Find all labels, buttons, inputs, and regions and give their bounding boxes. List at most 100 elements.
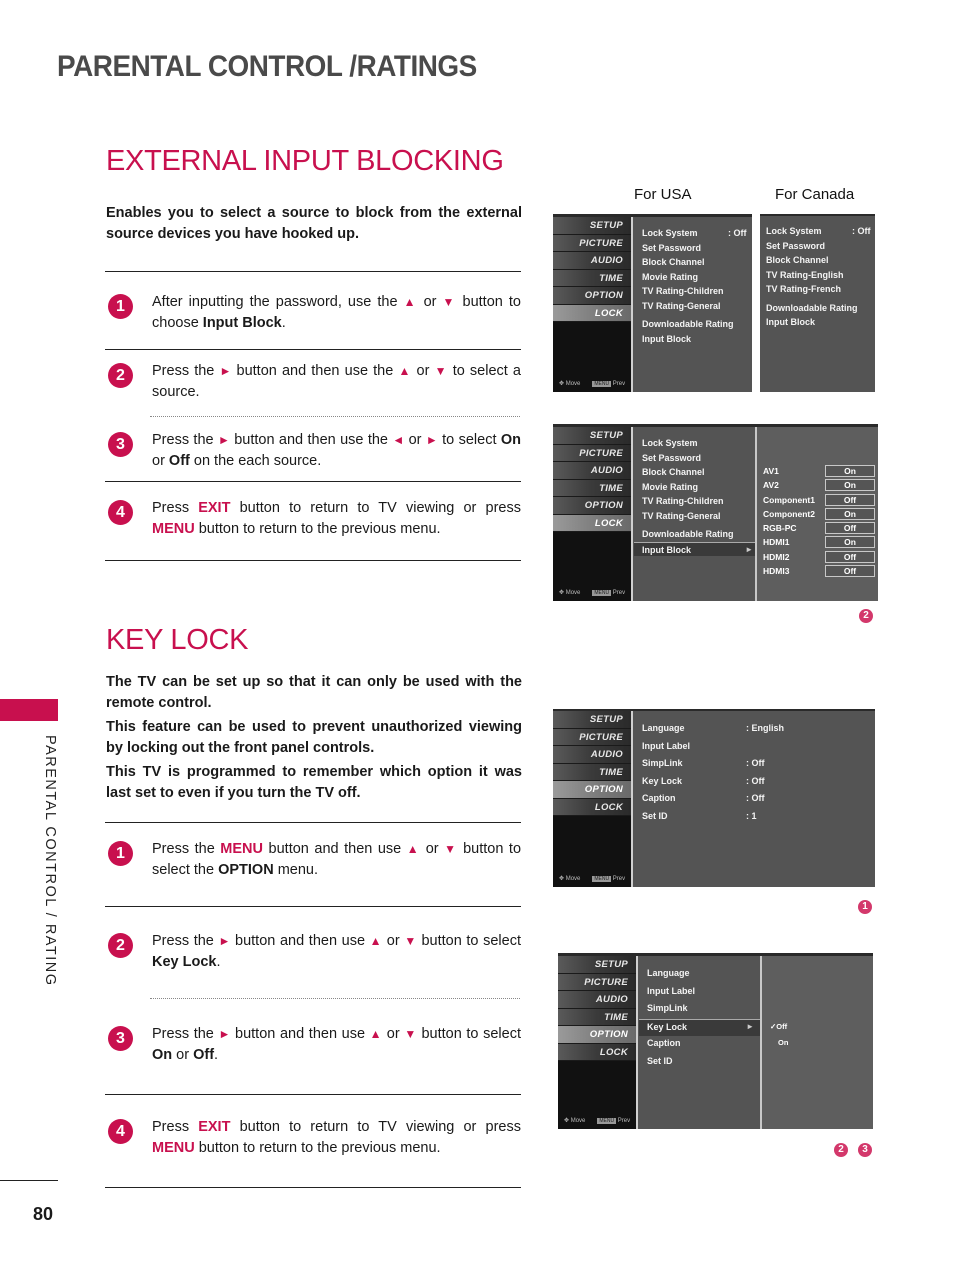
nav-audio[interactable]: AUDIO bbox=[558, 991, 636, 1009]
nav-option[interactable]: OPTION bbox=[558, 1026, 636, 1044]
nav-picture[interactable]: PICTURE bbox=[558, 973, 636, 991]
menu-item-tv-rating-children[interactable]: TV Rating-Children bbox=[642, 284, 734, 299]
nav-lock[interactable]: LOCK bbox=[553, 798, 631, 816]
menu-item-tv-rating-general[interactable]: TV Rating-General bbox=[642, 509, 759, 524]
menu-item-tv-rating-english[interactable]: TV Rating-English bbox=[766, 268, 858, 283]
nav-lock[interactable]: LOCK bbox=[558, 1043, 636, 1061]
source-state-toggle[interactable]: On bbox=[825, 479, 875, 492]
menu-item-lock-system[interactable]: Lock System: Off bbox=[642, 226, 747, 241]
source-state-toggle[interactable]: On bbox=[825, 507, 875, 520]
right-arrow-icon: ► bbox=[218, 1027, 231, 1041]
nav-option[interactable]: OPTION bbox=[553, 781, 631, 799]
step-number: 3 bbox=[108, 432, 133, 457]
menu-item-movie-rating[interactable]: Movie Rating bbox=[642, 270, 734, 285]
menu-item-simplink[interactable]: SimpLink bbox=[647, 1001, 760, 1019]
menu-key-icon: MENU bbox=[592, 876, 612, 882]
nav-time[interactable]: TIME bbox=[553, 763, 631, 781]
source-state-toggle[interactable]: Off bbox=[825, 493, 875, 506]
source-row[interactable]: AV1 On bbox=[763, 464, 879, 478]
menu-item-tv-rating-children[interactable]: TV Rating-Children bbox=[642, 494, 759, 509]
menu-item-caption[interactable]: Caption: Off bbox=[642, 791, 765, 809]
menu-item-set-id[interactable]: Set ID bbox=[647, 1054, 760, 1072]
osd-footer: ✥ Move MENU Prev bbox=[559, 590, 626, 596]
source-state-toggle[interactable]: On bbox=[825, 465, 875, 477]
step-badge: 2 bbox=[834, 1143, 848, 1157]
nav-setup[interactable]: SETUP bbox=[553, 217, 631, 235]
menu-item-caption[interactable]: Caption bbox=[647, 1036, 760, 1054]
menu-item-set-id[interactable]: Set ID: 1 bbox=[642, 809, 757, 827]
menu-item-language[interactable]: Language bbox=[647, 966, 760, 984]
source-row[interactable]: HDMI2 Off bbox=[763, 550, 879, 564]
osd-menu-list: Lock System: Off Set Password Block Chan… bbox=[766, 224, 871, 330]
left-arrow-icon: ◄ bbox=[392, 433, 405, 447]
source-row[interactable]: Component2 On bbox=[763, 507, 879, 521]
nav-option[interactable]: OPTION bbox=[553, 287, 631, 305]
up-arrow-icon: ▲ bbox=[403, 295, 418, 309]
nav-lock[interactable]: LOCK bbox=[553, 304, 631, 322]
nav-setup[interactable]: SETUP bbox=[558, 956, 636, 974]
nav-time[interactable]: TIME bbox=[553, 479, 631, 497]
page-number: 80 bbox=[33, 1204, 54, 1224]
source-state-toggle[interactable]: Off bbox=[825, 565, 875, 578]
menu-item-downloadable-rating[interactable]: Downloadable Rating bbox=[642, 527, 759, 542]
menu-item-input-block[interactable]: Input Block bbox=[766, 315, 858, 330]
menu-item-input-block-selected[interactable]: Input Block ► bbox=[634, 541, 759, 556]
nav-time[interactable]: TIME bbox=[553, 269, 631, 287]
divider bbox=[105, 349, 521, 350]
nav-setup[interactable]: SETUP bbox=[553, 711, 631, 729]
osd-nav: SETUP PICTURE AUDIO TIME OPTION LOCK ✥ M… bbox=[553, 427, 633, 601]
menu-item-language[interactable]: Language: English bbox=[642, 721, 784, 739]
menu-item-set-password[interactable]: Set Password bbox=[642, 451, 759, 466]
source-row[interactable]: AV2 On bbox=[763, 478, 879, 492]
source-state-toggle[interactable]: Off bbox=[825, 522, 875, 535]
source-row[interactable]: HDMI1 On bbox=[763, 535, 879, 549]
source-rows: AV1 On AV2 On Component1 Off Component2 On RGB-P… bbox=[763, 464, 879, 578]
menu-item-downloadable-rating[interactable]: Downloadable Rating bbox=[766, 301, 858, 316]
menu-item-set-password[interactable]: Set Password bbox=[766, 239, 858, 254]
step-badge: 2 bbox=[859, 609, 873, 623]
nav-setup[interactable]: SETUP bbox=[553, 427, 631, 445]
menu-item-key-lock-selected[interactable]: Key Lock ► bbox=[639, 1018, 760, 1036]
menu-item-block-channel[interactable]: Block Channel bbox=[642, 465, 759, 480]
nav-time[interactable]: TIME bbox=[558, 1008, 636, 1026]
nav-audio[interactable]: AUDIO bbox=[553, 746, 631, 764]
nav-picture[interactable]: PICTURE bbox=[553, 728, 631, 746]
down-arrow-icon: ▼ bbox=[404, 1027, 417, 1041]
menu-item-input-block[interactable]: Input Block bbox=[642, 332, 734, 347]
menu-item-lock-system[interactable]: Lock System bbox=[642, 436, 759, 451]
source-state-toggle[interactable]: Off bbox=[825, 550, 875, 563]
menu-item-block-channel[interactable]: Block Channel bbox=[642, 255, 734, 270]
nav-picture[interactable]: PICTURE bbox=[553, 444, 631, 462]
menu-item-block-channel[interactable]: Block Channel bbox=[766, 253, 858, 268]
menu-item-movie-rating[interactable]: Movie Rating bbox=[642, 480, 759, 495]
nav-picture[interactable]: PICTURE bbox=[553, 234, 631, 252]
source-row[interactable]: HDMI3 Off bbox=[763, 564, 879, 578]
nav-audio[interactable]: AUDIO bbox=[553, 462, 631, 480]
menu-item-downloadable-rating[interactable]: Downloadable Rating bbox=[642, 317, 734, 332]
menu-item-input-label[interactable]: Input Label bbox=[642, 739, 690, 757]
usa-label: For USA bbox=[634, 186, 692, 203]
up-arrow-icon: ▲ bbox=[406, 842, 421, 856]
menu-item-tv-rating-general[interactable]: TV Rating-General bbox=[642, 299, 734, 314]
osd-nav: SETUP PICTURE AUDIO TIME OPTION LOCK ✥ M… bbox=[558, 956, 638, 1129]
step-number: 2 bbox=[108, 933, 133, 958]
osd-nav: SETUP PICTURE AUDIO TIME OPTION LOCK ✥ M… bbox=[553, 217, 633, 392]
nav-lock[interactable]: LOCK bbox=[553, 514, 631, 532]
source-row[interactable]: Component1 Off bbox=[763, 493, 879, 507]
page-title: PARENTAL CONTROL /RATINGS bbox=[57, 50, 477, 83]
option-on[interactable]: On bbox=[770, 1035, 788, 1051]
osd-menu-list: Language: English Input Label SimpLink: … bbox=[642, 721, 784, 827]
nav-option[interactable]: OPTION bbox=[553, 497, 631, 515]
source-row[interactable]: RGB-PC Off bbox=[763, 521, 879, 535]
source-state-toggle[interactable]: On bbox=[825, 536, 875, 549]
move-icon: ✥ bbox=[564, 1118, 571, 1124]
menu-item-tv-rating-french[interactable]: TV Rating-French bbox=[766, 282, 858, 297]
menu-item-simplink[interactable]: SimpLink: Off bbox=[642, 756, 765, 774]
footer-rule bbox=[105, 1187, 521, 1188]
menu-item-key-lock[interactable]: Key Lock: Off bbox=[642, 774, 765, 792]
menu-item-set-password[interactable]: Set Password bbox=[642, 241, 734, 256]
menu-item-input-label[interactable]: Input Label bbox=[647, 984, 760, 1002]
menu-item-lock-system[interactable]: Lock System: Off bbox=[766, 224, 871, 239]
nav-audio[interactable]: AUDIO bbox=[553, 252, 631, 270]
option-off[interactable]: ✓Off bbox=[770, 1019, 788, 1035]
